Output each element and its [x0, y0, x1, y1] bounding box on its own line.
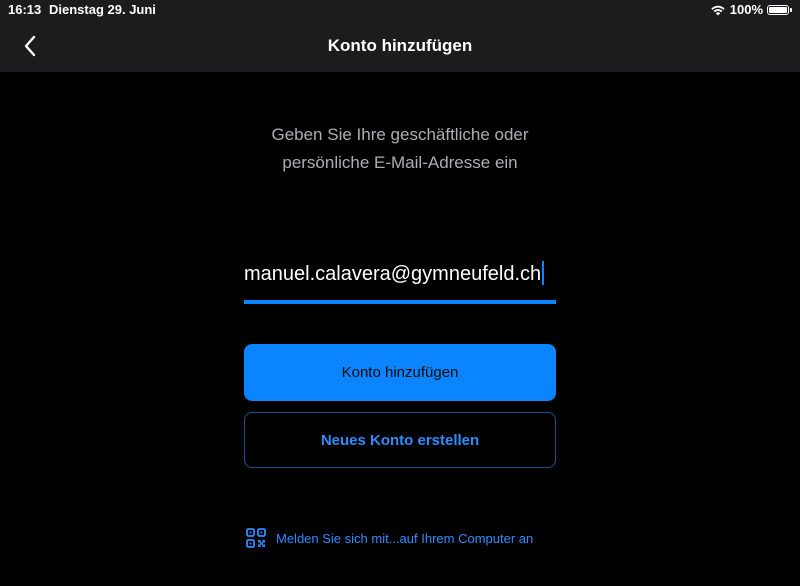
- add-account-button-label: Konto hinzufügen: [341, 364, 459, 381]
- page-title: Konto hinzufügen: [327, 36, 473, 55]
- status-time: 16:13: [8, 2, 42, 17]
- instruction-text: Geben Sie Ihre geschäftliche oder persön…: [0, 121, 800, 177]
- create-account-button[interactable]: Neues Konto erstellen: [244, 412, 556, 468]
- status-date: Dienstag 29. Juni: [49, 2, 156, 17]
- add-account-button[interactable]: Konto hinzufügen: [244, 344, 556, 401]
- instruction-line-1: Geben Sie Ihre geschäftliche oder: [271, 125, 529, 144]
- instruction-line-2: persönliche E-Mail-Adresse ein: [282, 153, 518, 172]
- qr-signin-link[interactable]: Melden Sie sich mit...auf Ihrem Computer…: [246, 528, 533, 548]
- navigation-bar: Konto hinzufügen: [0, 20, 800, 72]
- battery-tip: [790, 7, 792, 12]
- status-bar: 16:13 Dienstag 29. Juni 100%: [0, 0, 800, 20]
- email-value: manuel.calavera@gymneufeld.ch: [244, 263, 542, 285]
- battery-percentage: 100%: [729, 2, 763, 17]
- status-indicators: 100%: [710, 2, 792, 17]
- email-field[interactable]: manuel.calavera@gymneufeld.ch: [244, 261, 545, 286]
- wifi-icon: [711, 5, 725, 15]
- text-cursor: [542, 261, 545, 285]
- qr-signin-label: Melden Sie sich mit...auf Ihrem Computer…: [276, 530, 534, 546]
- create-account-button-label: Neues Konto erstellen: [320, 431, 480, 449]
- battery-icon: [767, 4, 789, 15]
- email-field-underline: [244, 300, 556, 304]
- qr-code-icon: [246, 528, 266, 548]
- battery-level-fill: [769, 6, 787, 13]
